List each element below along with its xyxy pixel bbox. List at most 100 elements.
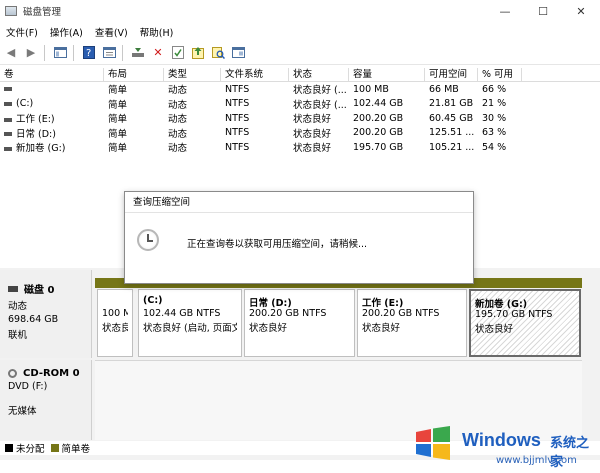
filesystem-cell: NTFS bbox=[225, 141, 250, 153]
status-cell: 状态良好 bbox=[293, 128, 332, 140]
free-space-cell: 125.51 ... bbox=[429, 127, 475, 139]
cd-rom-icon bbox=[8, 369, 17, 378]
table-row[interactable]: 新加卷 (G:) 简单 动态 NTFS 状态良好 195.70 GB 105.2… bbox=[0, 140, 600, 155]
partition-g-selected[interactable]: 新加卷 (G:) 195.70 GB NTFS 状态良好 bbox=[469, 289, 581, 357]
upload-icon[interactable] bbox=[189, 44, 207, 62]
view-icon[interactable] bbox=[229, 44, 247, 62]
volume-icon bbox=[4, 117, 12, 122]
volume-icon bbox=[4, 87, 12, 92]
table-row[interactable]: 简单 动态 NTFS 状态良好 (... 100 MB 66 MB 66 % bbox=[0, 82, 600, 97]
menu-help[interactable]: 帮助(H) bbox=[134, 25, 180, 39]
search-icon[interactable] bbox=[209, 44, 227, 62]
window-title: 磁盘管理 bbox=[23, 7, 62, 18]
table-row[interactable]: (C:) 简单 动态 NTFS 状态良好 (... 102.44 GB 21.8… bbox=[0, 97, 600, 112]
capacity-cell: 200.20 GB bbox=[353, 112, 404, 124]
percent-free-cell: 54 % bbox=[482, 141, 507, 153]
column-header[interactable]: % 可用 bbox=[478, 68, 522, 81]
cdrom-drive: DVD (F:) bbox=[8, 381, 48, 392]
table-row[interactable]: 日常 (D:) 简单 动态 NTFS 状态良好 200.20 GB 125.51… bbox=[0, 126, 600, 141]
delete-icon[interactable]: ✕ bbox=[149, 44, 167, 62]
partition-name: 新加卷 (G:) bbox=[475, 299, 528, 310]
type-cell: 动态 bbox=[168, 128, 188, 140]
menu-action[interactable]: 操作(A) bbox=[44, 25, 89, 39]
clock-icon bbox=[137, 229, 159, 251]
partition-name: (C:) bbox=[143, 295, 163, 306]
minimize-button[interactable]: — bbox=[486, 0, 524, 22]
disk0-size: 698.64 GB bbox=[8, 314, 59, 325]
disk0-name: 磁盘 0 bbox=[24, 285, 55, 296]
dialog-message: 正在查询卷以获取可用压缩空间，请稍候... bbox=[187, 239, 368, 250]
toolbar: ◀ ▶ ? ✕ bbox=[0, 41, 600, 65]
partition-e[interactable]: 工作 (E:) 200.20 GB NTFS 状态良好 bbox=[357, 289, 467, 357]
connect-disk-icon[interactable] bbox=[129, 44, 147, 62]
free-space-cell: 21.81 GB bbox=[429, 98, 474, 110]
layout-cell: 简单 bbox=[108, 114, 128, 126]
volume-name: 工作 (E:) bbox=[16, 114, 55, 126]
partition-size: 200.20 GB NTFS bbox=[249, 308, 327, 319]
filesystem-cell: NTFS bbox=[225, 98, 250, 110]
menu-file[interactable]: 文件(F) bbox=[0, 25, 44, 39]
free-space-cell: 60.45 GB bbox=[429, 112, 474, 124]
column-header[interactable]: 容量 bbox=[349, 68, 425, 81]
windows-logo-icon bbox=[416, 426, 450, 460]
cdrom-label[interactable]: CD-ROM 0 DVD (F:) 无媒体 bbox=[0, 360, 92, 440]
menu-view[interactable]: 查看(V) bbox=[89, 25, 134, 39]
disk0-label[interactable]: 磁盘 0 动态 698.64 GB 联机 bbox=[0, 270, 92, 358]
layout-cell: 简单 bbox=[108, 128, 128, 140]
forward-arrow-icon[interactable]: ▶ bbox=[22, 44, 40, 62]
volume-icon bbox=[4, 146, 12, 151]
percent-free-cell: 66 % bbox=[482, 83, 507, 95]
partition-status: 状态良 bbox=[102, 323, 128, 334]
column-header[interactable]: 类型 bbox=[164, 68, 221, 81]
status-cell: 状态良好 (... bbox=[293, 99, 347, 111]
volume-name: 新加卷 (G:) bbox=[16, 143, 66, 155]
partition-name bbox=[102, 295, 128, 307]
percent-free-cell: 30 % bbox=[482, 112, 507, 124]
partition-size: 102.44 GB NTFS bbox=[143, 308, 221, 319]
console-tree-icon[interactable] bbox=[51, 44, 69, 62]
back-arrow-icon[interactable]: ◀ bbox=[2, 44, 20, 62]
layout-cell: 简单 bbox=[108, 143, 128, 155]
column-header[interactable]: 卷 bbox=[0, 68, 104, 81]
maximize-button[interactable]: ☐ bbox=[524, 0, 562, 22]
column-header[interactable]: 文件系统 bbox=[221, 68, 289, 81]
partition-name: 日常 (D:) bbox=[249, 298, 292, 309]
type-cell: 动态 bbox=[168, 99, 188, 111]
filesystem-cell: NTFS bbox=[225, 83, 250, 95]
partition-d[interactable]: 日常 (D:) 200.20 GB NTFS 状态良好 bbox=[244, 289, 355, 357]
column-header[interactable]: 布局 bbox=[104, 68, 164, 81]
title-bar: 磁盘管理 — ☐ ✕ bbox=[0, 0, 600, 22]
watermark-brand: Windows bbox=[462, 430, 541, 450]
partition-name: 工作 (E:) bbox=[362, 298, 404, 309]
filesystem-cell: NTFS bbox=[225, 112, 250, 124]
volume-icon bbox=[4, 132, 12, 137]
toolbar-separator bbox=[44, 44, 45, 61]
filesystem-cell: NTFS bbox=[225, 127, 250, 139]
check-icon[interactable] bbox=[169, 44, 187, 62]
layout-cell: 简单 bbox=[108, 85, 128, 97]
toolbar-separator bbox=[73, 44, 74, 61]
column-header[interactable]: 可用空间 bbox=[425, 68, 478, 81]
type-cell: 动态 bbox=[168, 114, 188, 126]
partition-size: 100 M bbox=[102, 308, 128, 319]
partition-reserved[interactable]: 100 M 状态良 bbox=[97, 289, 133, 357]
volume-table: 卷 布局 类型 文件系统 状态 容量 可用空间 % 可用 简单 动态 NTFS … bbox=[0, 68, 600, 155]
table-row[interactable]: 工作 (E:) 简单 动态 NTFS 状态良好 200.20 GB 60.45 … bbox=[0, 111, 600, 126]
column-header[interactable]: 状态 bbox=[289, 68, 349, 81]
unallocated-swatch bbox=[5, 444, 13, 452]
legend-unallocated: 未分配 bbox=[16, 444, 45, 455]
partition-size: 200.20 GB NTFS bbox=[362, 308, 440, 319]
volume-name: (C:) bbox=[16, 98, 34, 110]
help-icon[interactable]: ? bbox=[80, 44, 98, 62]
partition-size: 195.70 GB NTFS bbox=[475, 309, 553, 320]
close-button[interactable]: ✕ bbox=[562, 0, 600, 22]
partition-c[interactable]: (C:) 102.44 GB NTFS 状态良好 (启动, 页面文 bbox=[138, 289, 242, 357]
watermark-url: www.bjjmlv.com bbox=[496, 455, 577, 466]
layout-cell: 简单 bbox=[108, 99, 128, 111]
capacity-cell: 102.44 GB bbox=[353, 98, 404, 110]
capacity-cell: 195.70 GB bbox=[353, 141, 404, 153]
menu-bar: 文件(F) 操作(A) 查看(V) 帮助(H) bbox=[0, 22, 600, 41]
toolbar-separator bbox=[122, 44, 123, 61]
volume-name: 日常 (D:) bbox=[16, 128, 56, 140]
properties-icon[interactable] bbox=[100, 44, 118, 62]
